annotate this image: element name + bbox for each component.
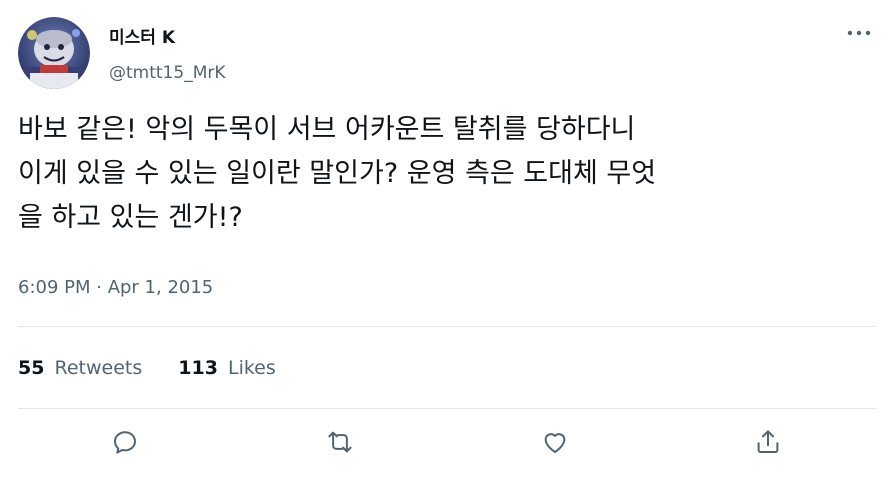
display-name[interactable]: 미스터 K: [109, 27, 226, 49]
share-icon: [753, 427, 783, 461]
avatar[interactable]: [18, 17, 90, 89]
divider: [18, 326, 876, 327]
likes-count: 113: [178, 357, 218, 379]
retweets-count: 55: [18, 357, 45, 379]
reply-icon: [110, 427, 140, 461]
retweets-label: Retweets: [54, 357, 143, 379]
tweet-stats: 55 Retweets 113 Likes: [18, 355, 312, 381]
avatar-image: [18, 17, 90, 89]
likes-label: Likes: [227, 357, 276, 379]
tweet-timestamp[interactable]: 6:09 PM · Apr 1, 2015: [18, 276, 213, 300]
more-horizontal-icon: [847, 30, 871, 36]
divider: [18, 408, 876, 409]
share-button[interactable]: [748, 424, 788, 464]
heart-icon: [540, 427, 570, 461]
more-options-button[interactable]: [844, 23, 874, 43]
user-info: 미스터 K @tmtt15_MrK: [109, 27, 226, 84]
tweet-text: 바보 같은! 악의 두목이 서브 어카운트 탈취를 당하다니 이게 있을 수 있…: [18, 114, 657, 233]
tweet-header: 미스터 K @tmtt15_MrK: [18, 17, 878, 91]
tweet-actions: [0, 424, 894, 468]
like-button[interactable]: [535, 424, 575, 464]
tweet-detail: 미스터 K @tmtt15_MrK 바보 같은! 악의 두목이 서브 어카운트 …: [0, 0, 894, 499]
retweet-icon: [325, 427, 355, 461]
retweets-stat[interactable]: 55 Retweets: [18, 355, 142, 381]
retweet-button[interactable]: [320, 424, 360, 464]
reply-button[interactable]: [105, 424, 145, 464]
likes-stat[interactable]: 113 Likes: [178, 355, 276, 381]
user-handle[interactable]: @tmtt15_MrK: [109, 62, 226, 84]
